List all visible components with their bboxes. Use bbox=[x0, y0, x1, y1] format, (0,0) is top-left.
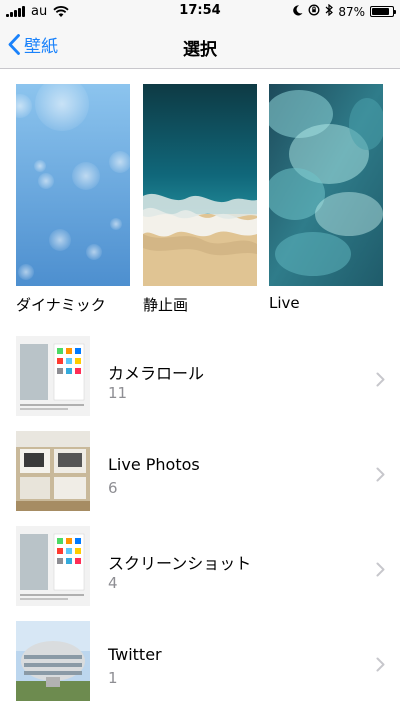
album-thumbnail bbox=[16, 526, 90, 606]
album-row-screenshots[interactable]: スクリーンショット 4 bbox=[0, 524, 400, 619]
live-wallpaper-thumbnail bbox=[269, 84, 383, 286]
still-wallpaper-thumbnail bbox=[143, 84, 257, 286]
category-dynamic[interactable]: ダイナミック bbox=[16, 84, 130, 315]
navigation-bar: 壁紙 選択 bbox=[0, 22, 400, 69]
album-thumbnail bbox=[16, 431, 90, 511]
moon-icon bbox=[293, 4, 303, 19]
status-bar: au 17:54 87% bbox=[0, 0, 400, 22]
category-label: 静止画 bbox=[143, 296, 189, 314]
album-name: スクリーンショット bbox=[108, 554, 252, 573]
category-still[interactable]: 静止画 bbox=[143, 84, 257, 315]
album-name: Live Photos bbox=[108, 455, 200, 474]
battery-level bbox=[372, 8, 390, 15]
battery-percent: 87% bbox=[338, 4, 365, 19]
chevron-right-icon bbox=[376, 657, 385, 672]
chevron-right-icon bbox=[376, 467, 385, 482]
wallpaper-categories: ダイナミック 静止画 Live bbox=[0, 84, 400, 314]
album-name: カメラロール bbox=[108, 364, 205, 383]
category-live[interactable]: Live bbox=[269, 84, 383, 312]
album-count: 4 bbox=[108, 574, 118, 592]
battery-icon bbox=[370, 6, 396, 17]
album-count: 11 bbox=[108, 384, 128, 402]
album-list: カメラロール 11 Live Photos 6 スクリーンショット 4 Twit… bbox=[0, 334, 400, 711]
rotation-lock-icon bbox=[308, 4, 320, 19]
chevron-right-icon bbox=[376, 372, 385, 387]
album-thumbnail bbox=[16, 621, 90, 701]
album-thumbnail bbox=[16, 336, 90, 416]
album-count: 6 bbox=[108, 479, 118, 497]
album-row-camera-roll[interactable]: カメラロール 11 bbox=[0, 334, 400, 429]
page-title: 選択 bbox=[183, 40, 217, 60]
album-row-twitter[interactable]: Twitter 1 bbox=[0, 619, 400, 711]
album-row-live-photos[interactable]: Live Photos 6 bbox=[0, 429, 400, 524]
category-label: Live bbox=[269, 294, 300, 312]
chevron-right-icon bbox=[376, 562, 385, 577]
status-right: 87% bbox=[293, 3, 396, 19]
dynamic-wallpaper-thumbnail bbox=[16, 84, 130, 286]
bluetooth-icon bbox=[325, 3, 334, 19]
album-count: 1 bbox=[108, 669, 118, 687]
album-name: Twitter bbox=[108, 645, 162, 664]
category-label: ダイナミック bbox=[16, 296, 106, 314]
